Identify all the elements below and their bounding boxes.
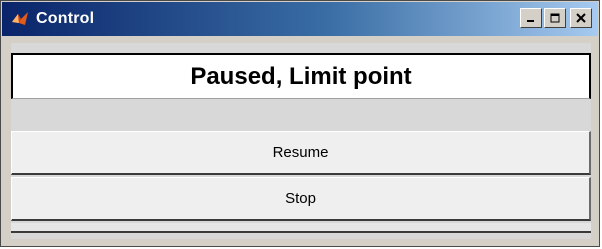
stop-button[interactable]: Stop xyxy=(11,177,591,221)
resume-button[interactable]: Resume xyxy=(11,131,591,175)
matlab-icon xyxy=(10,9,30,29)
title-bar[interactable]: Control xyxy=(2,2,598,36)
bottom-strip xyxy=(11,223,591,233)
separator-bar xyxy=(11,107,591,125)
status-text: Paused, Limit point xyxy=(11,53,591,99)
control-window: Control Paused, Limit point Resume Stop xyxy=(0,0,600,247)
close-icon xyxy=(576,13,586,23)
maximize-button[interactable] xyxy=(544,8,566,28)
maximize-icon xyxy=(550,13,560,23)
close-button[interactable] xyxy=(570,8,592,28)
client-area: Paused, Limit point Resume Stop xyxy=(11,43,591,239)
minimize-button[interactable] xyxy=(520,8,542,28)
window-controls xyxy=(520,8,592,28)
window-title: Control xyxy=(36,10,95,27)
minimize-icon xyxy=(527,20,534,22)
